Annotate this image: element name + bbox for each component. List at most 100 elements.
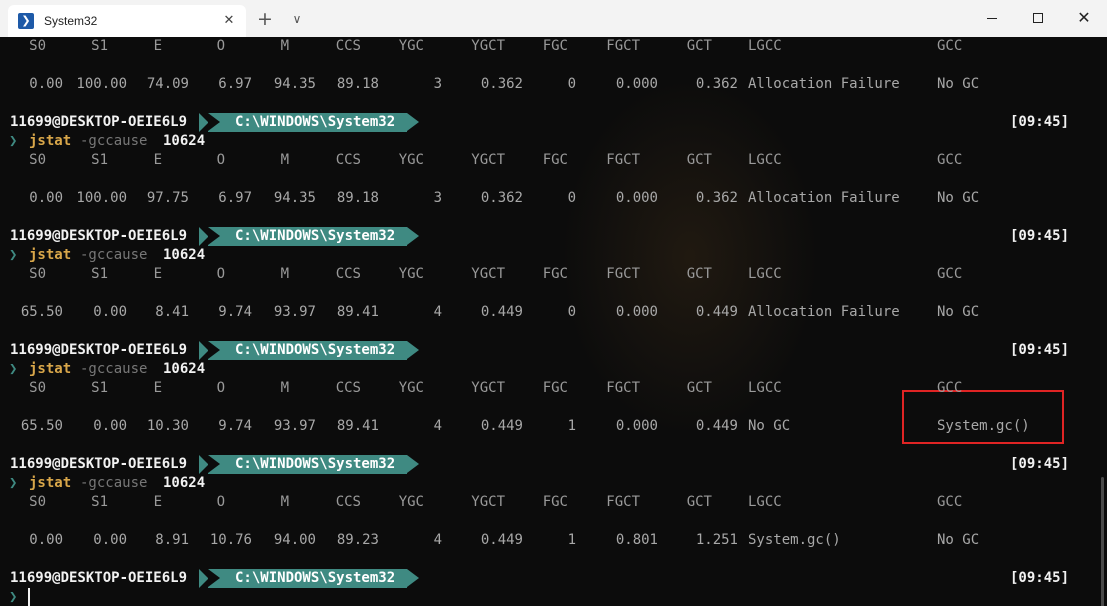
- prompt-user: 11699@DESKTOP-OEIE6L9: [10, 456, 188, 472]
- cell-gct: 1.251: [695, 532, 738, 548]
- prompt-arrow-icon: ❯: [9, 361, 18, 377]
- column-header: GCC: [937, 494, 963, 510]
- column-header: FGC: [542, 494, 568, 510]
- column-header: LGCC: [748, 266, 782, 282]
- cell-ygc: 3: [433, 76, 442, 92]
- cell-ygc: 4: [433, 304, 442, 320]
- cell-fgc: 0: [567, 304, 576, 320]
- tab-title: System32: [44, 14, 98, 28]
- cell-gcc: No GC: [937, 532, 980, 548]
- column-header: GCT: [686, 380, 712, 396]
- cell-gcc: No GC: [937, 190, 980, 206]
- command-option: -gccause: [80, 361, 148, 377]
- column-header: GCC: [937, 380, 963, 396]
- command-line: ❯ jstat -gccause 10624: [0, 360, 1100, 379]
- column-header-row: S0 S1 E O M CCS YGC YGCT FGC FGCT GCT LGCC GCC: [0, 151, 1100, 170]
- prompt-path: C:\WINDOWS\System32: [208, 455, 420, 474]
- column-header: GCT: [686, 266, 712, 282]
- column-header: M: [280, 152, 289, 168]
- column-header-row: S0 S1 E O M CCS YGC YGCT FGC FGCT GCT LGCC GCC: [0, 37, 1100, 56]
- column-header: GCC: [937, 152, 963, 168]
- cell-fgct: 0.000: [615, 76, 658, 92]
- tab-dropdown-button[interactable]: ∨: [286, 8, 308, 30]
- column-header: GCC: [937, 266, 963, 282]
- prompt-separator: [199, 569, 208, 588]
- cell-gct: 0.449: [695, 418, 738, 434]
- command-line: ❯ jstat -gccause 10624: [0, 474, 1100, 493]
- prompt-separator: [199, 341, 208, 360]
- terminal-output[interactable]: S0 S1 E O M CCS YGC YGCT FGC FGCT GCT LGCC GCC 0.00 10…: [0, 37, 1107, 606]
- command-option: -gccause: [80, 247, 148, 263]
- cell-fgc: 0: [567, 76, 576, 92]
- column-header: GCC: [937, 38, 963, 54]
- maximize-button[interactable]: [1015, 0, 1061, 36]
- maximize-icon: [1033, 13, 1043, 23]
- command-pid: 10624: [163, 247, 206, 263]
- prompt-time: [09:45]: [1010, 342, 1070, 358]
- close-tab-icon[interactable]: ✕: [220, 12, 238, 30]
- column-header-row: S0 S1 E O M CCS YGC YGCT FGC FGCT GCT LGCC GCC: [0, 379, 1100, 398]
- minimize-icon: [987, 17, 997, 19]
- column-header: FGC: [542, 380, 568, 396]
- minimize-button[interactable]: [969, 0, 1015, 36]
- cell-gcc: System.gc(): [937, 418, 1030, 434]
- command-pid: 10624: [163, 361, 206, 377]
- prompt-path: C:\WINDOWS\System32: [208, 227, 420, 246]
- data-row: 0.00 100.00 97.75 6.97 94.35 89.18 3 0.362 0 0.00…: [0, 189, 1100, 208]
- column-header: M: [280, 380, 289, 396]
- cell-gct: 0.362: [695, 190, 738, 206]
- command-name: jstat: [29, 361, 72, 377]
- input-line[interactable]: ❯: [0, 588, 1100, 606]
- column-header: YGC: [398, 266, 424, 282]
- cell-fgc: 0: [567, 190, 576, 206]
- prompt-line: 11699@DESKTOP-OEIE6L9 C:\WINDOWS\System32…: [0, 569, 1100, 588]
- prompt-line: 11699@DESKTOP-OEIE6L9 C:\WINDOWS\System32…: [0, 455, 1100, 474]
- cell-fgct: 0.000: [615, 418, 658, 434]
- prompt-path: C:\WINDOWS\System32: [208, 569, 420, 588]
- cell-lgcc: No GC: [748, 418, 791, 434]
- command-line: ❯ jstat -gccause 10624: [0, 132, 1100, 151]
- scrollbar[interactable]: [1101, 477, 1104, 606]
- prompt-line: 11699@DESKTOP-OEIE6L9 C:\WINDOWS\System32…: [0, 113, 1100, 132]
- cell-gcc: No GC: [937, 304, 980, 320]
- data-row: 0.00 100.00 74.09 6.97 94.35 89.18 3 0.362 0 0.00…: [0, 75, 1100, 94]
- column-header: YGC: [398, 152, 424, 168]
- column-header: FGCT: [606, 494, 640, 510]
- tab-system32[interactable]: ❯ System32 ✕: [8, 5, 246, 37]
- column-header: GCT: [686, 38, 712, 54]
- cell-lgcc: System.gc(): [748, 532, 841, 548]
- prompt-user: 11699@DESKTOP-OEIE6L9: [10, 570, 188, 586]
- prompt-line: 11699@DESKTOP-OEIE6L9 C:\WINDOWS\System32…: [0, 227, 1100, 246]
- prompt-separator: [199, 455, 208, 474]
- column-header: YGC: [398, 380, 424, 396]
- cell-fgc: 1: [567, 532, 576, 548]
- command-line: ❯ jstat -gccause 10624: [0, 246, 1100, 265]
- cell-fgct: 0.801: [615, 532, 658, 548]
- prompt-arrow-icon: ❯: [9, 475, 18, 491]
- cell-fgc: 1: [567, 418, 576, 434]
- prompt-time: [09:45]: [1010, 456, 1070, 472]
- column-header: FGCT: [606, 380, 640, 396]
- column-header: LGCC: [748, 152, 782, 168]
- prompt-user: 11699@DESKTOP-OEIE6L9: [10, 342, 188, 358]
- column-header: FGC: [542, 38, 568, 54]
- title-bar: ❯ System32 ✕ + ∨ ✕: [0, 0, 1107, 37]
- column-header: GCT: [686, 152, 712, 168]
- column-header: M: [280, 266, 289, 282]
- prompt-user: 11699@DESKTOP-OEIE6L9: [10, 228, 188, 244]
- column-header: FGCT: [606, 38, 640, 54]
- prompt-time: [09:45]: [1010, 570, 1070, 586]
- close-window-button[interactable]: ✕: [1061, 0, 1107, 36]
- command-name: jstat: [29, 247, 72, 263]
- cell-gct: 0.362: [695, 76, 738, 92]
- data-row: 65.50 0.00 8.41 9.74 93.97 89.41 4 0.449 0 0.000 0…: [0, 303, 1100, 322]
- prompt-separator: [199, 227, 208, 246]
- cell-ygc: 3: [433, 190, 442, 206]
- command-name: jstat: [29, 133, 72, 149]
- column-header: LGCC: [748, 380, 782, 396]
- data-row: 0.00 0.00 8.91 10.76 94.00 89.23 4 0.449 1 0.801 1…: [0, 531, 1100, 550]
- new-tab-button[interactable]: +: [254, 8, 276, 30]
- command-option: -gccause: [80, 133, 148, 149]
- cell-lgcc: Allocation Failure: [748, 304, 900, 320]
- column-header: YGC: [398, 494, 424, 510]
